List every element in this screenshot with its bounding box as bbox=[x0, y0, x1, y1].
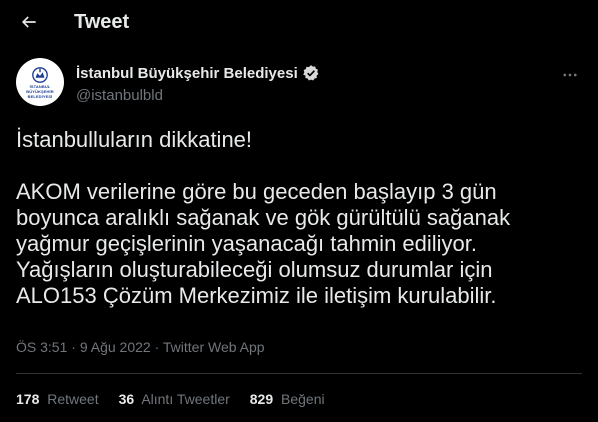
quote-tweets-stat[interactable]: 36 Alıntı Tweetler bbox=[119, 391, 230, 407]
tweet-text: İstanbulluların dikkatine! AKOM verileri… bbox=[16, 127, 582, 309]
more-horizontal-icon bbox=[563, 73, 577, 77]
tweet-author: İSTANBUL BÜYÜKŞEHİR BELEDİYESİ İstanbul … bbox=[16, 58, 582, 106]
tweet-line: yağmur geçişlerinin yaşanacağı tahmin ed… bbox=[16, 231, 478, 256]
top-bar: Tweet bbox=[0, 0, 598, 46]
avatar-label: İSTANBUL BÜYÜKŞEHİR BELEDİYESİ bbox=[26, 83, 54, 99]
tweet-date[interactable]: 9 Ağu 2022 bbox=[80, 339, 151, 355]
tweet-time[interactable]: ÖS 3:51 bbox=[16, 339, 67, 355]
tweet-line: İstanbulluların dikkatine! bbox=[16, 127, 253, 152]
verified-badge-icon bbox=[302, 65, 319, 81]
separator-dot: · bbox=[71, 339, 76, 355]
tweet-source[interactable]: Twitter Web App bbox=[163, 339, 265, 355]
tweet-line: AKOM verilerine göre bu geceden başlayıp… bbox=[16, 179, 497, 204]
separator-dot: · bbox=[154, 339, 160, 355]
author-handle[interactable]: @istanbulbld bbox=[76, 87, 163, 104]
likes-label: Beğeni bbox=[281, 391, 325, 407]
quotes-label: Alıntı Tweetler bbox=[141, 391, 230, 407]
likes-count: 829 bbox=[249, 391, 274, 407]
retweets-count: 178 bbox=[16, 391, 40, 407]
divider bbox=[16, 373, 582, 374]
tweet-metadata: ÖS 3:51 · 9 Ağu 2022 · Twitter Web App bbox=[16, 339, 265, 355]
tweet-stats: 178 Retweet 36 Alıntı Tweetler 829 Beğen… bbox=[16, 391, 345, 407]
retweets-label: Retweet bbox=[47, 391, 99, 407]
more-options-button[interactable] bbox=[558, 63, 582, 87]
arrow-left-icon bbox=[21, 16, 36, 28]
quotes-count: 36 bbox=[118, 391, 135, 407]
ibb-logo-icon bbox=[32, 66, 48, 83]
tweet-line: ALO153 Çözüm Merkezimiz ile iletişim kur… bbox=[16, 283, 497, 308]
author-name[interactable]: İstanbul Büyükşehir Belediyesi bbox=[76, 64, 320, 82]
retweets-stat[interactable]: 178 Retweet bbox=[16, 391, 99, 407]
tweet-line: Yağışların oluşturabileceği olumsuz duru… bbox=[16, 257, 493, 282]
tweet-line: boyunca aralıklı sağanak ve gök gürültül… bbox=[16, 205, 511, 230]
avatar[interactable]: İSTANBUL BÜYÜKŞEHİR BELEDİYESİ bbox=[16, 58, 64, 106]
likes-stat[interactable]: 829 Beğeni bbox=[250, 391, 325, 407]
author-name-text: İstanbul Büyükşehir Belediyesi bbox=[76, 64, 298, 82]
back-button[interactable] bbox=[12, 5, 46, 39]
page-title: Tweet bbox=[74, 11, 130, 33]
